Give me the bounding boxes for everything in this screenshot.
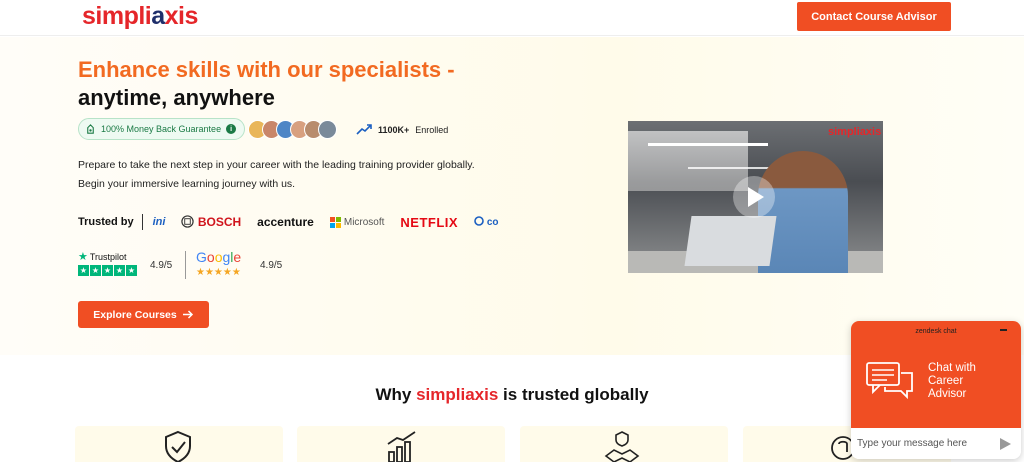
microsoft-icon (329, 216, 341, 228)
trustpilot-star-icon: ★ (78, 251, 88, 263)
explore-courses-button[interactable]: Explore Courses (78, 301, 209, 328)
trustpilot-score: 4.9/5 (150, 260, 173, 271)
hero-section: Enhance skills with our specialists - an… (0, 37, 1024, 355)
co-icon (474, 216, 484, 226)
feature-card (75, 426, 283, 462)
video-person (758, 151, 848, 273)
rating-divider (185, 251, 186, 279)
info-icon[interactable]: i (226, 124, 237, 134)
brand-logo-accenture: accenture (257, 215, 314, 229)
google-logo: Google (196, 249, 242, 265)
chat-provider: zendesk chat (915, 328, 957, 335)
feature-card (520, 426, 728, 462)
chat-title: Chat with Career Advisor (928, 362, 976, 400)
hero-title-line2: anytime, anywhere (78, 85, 275, 110)
trusted-by-label: Trusted by (78, 216, 134, 228)
chat-input-bar (851, 428, 1021, 459)
contact-course-advisor-button[interactable]: Contact Course Advisor (797, 2, 951, 31)
trustpilot-rating: ★ Trustpilot ★ ★ ★ ★ ★ (78, 250, 137, 276)
video-background (628, 131, 748, 191)
trending-up-icon (356, 124, 372, 135)
description-line2: Begin your immersive learning journey wi… (78, 178, 296, 190)
hero-description: Prepare to take the next step in your ca… (78, 156, 548, 194)
minimize-icon[interactable] (1000, 329, 1007, 331)
video-laptop (684, 216, 777, 266)
brand-logo-ini: ini (152, 216, 166, 228)
chat-bubbles-icon (866, 362, 913, 400)
chat-message-input[interactable] (857, 438, 995, 449)
learner-avatars (248, 120, 337, 139)
play-button[interactable] (733, 176, 775, 218)
divider (141, 214, 143, 230)
chat-header[interactable]: zendesk chat Chat with Career Advisor (851, 321, 1021, 428)
logo[interactable]: simpliaxis (82, 2, 198, 31)
brand-logo-co: co (474, 216, 499, 228)
send-icon[interactable] (1000, 438, 1011, 450)
bosch-icon (181, 215, 195, 228)
money-back-label: 100% Money Back Guarantee (101, 124, 222, 134)
chat-widget[interactable]: zendesk chat Chat with Career Advisor (851, 321, 1021, 459)
arrow-right-icon (182, 310, 193, 319)
feature-card (297, 426, 505, 462)
video-light (648, 143, 768, 146)
hero-title-line1: Enhance skills with our specialists - (78, 57, 455, 82)
video-light (688, 167, 778, 169)
money-icon (87, 123, 94, 134)
google-score: 4.9/5 (260, 260, 283, 271)
play-icon (748, 187, 764, 207)
shield-check-icon (165, 430, 191, 462)
intro-video[interactable]: simpliaxis (628, 121, 883, 273)
trustpilot-stars: ★ ★ ★ ★ ★ (78, 265, 137, 276)
google-stars: ★★★★★ (196, 267, 241, 278)
growth-chart-icon (387, 431, 416, 462)
brand-logo-netflix: NETFLIX (400, 214, 459, 230)
enrolled-label: Enrolled (415, 124, 449, 135)
explore-courses-label: Explore Courses (93, 308, 177, 321)
handshake-icon (604, 431, 640, 462)
money-back-badge: 100% Money Back Guarantee i (78, 118, 246, 140)
trustpilot-name: Trustpilot (89, 251, 127, 262)
enrolled-count: 1100K+ (378, 124, 410, 135)
site-header: simpliaxis Contact Course Advisor (0, 0, 1024, 36)
avatar (318, 120, 337, 139)
brand-logo-microsoft: Microsoft (329, 216, 384, 228)
video-logo: simpliaxis (828, 126, 882, 138)
enrolled-stat: 1100K+ Enrolled (356, 124, 448, 135)
trusted-by-row: Trusted by ini BOSCH accenture Microsoft… (78, 211, 518, 233)
description-line1: Prepare to take the next step in your ca… (78, 159, 475, 171)
brand-logo-bosch: BOSCH (181, 215, 241, 229)
